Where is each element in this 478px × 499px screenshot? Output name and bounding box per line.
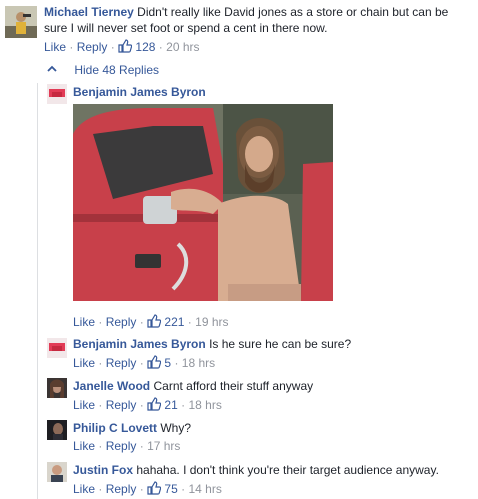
author-name[interactable]: Benjamin James Byron — [73, 85, 206, 99]
author-name[interactable]: Janelle Wood — [73, 379, 150, 393]
like-link[interactable]: Like — [73, 315, 95, 329]
avatar-philip-c-lovett[interactable] — [47, 420, 67, 440]
reply-actions: Like · Reply · 21 · 18 hrs — [73, 397, 222, 412]
like-link[interactable]: Like — [73, 398, 95, 412]
comment-actions: Like · Reply · 128 · 20 hrs — [44, 39, 200, 54]
like-link[interactable]: Like — [44, 40, 66, 54]
reply-actions: Like · Reply · 17 hrs — [73, 439, 181, 453]
timestamp[interactable]: 14 hrs — [188, 482, 221, 496]
reply-text: hahaha. I don't think you're their targe… — [136, 463, 439, 477]
reply-link[interactable]: Reply — [77, 40, 108, 54]
like-link[interactable]: Like — [73, 482, 95, 496]
like-count[interactable]: 5 — [164, 356, 171, 370]
chevron-up-icon — [47, 65, 57, 72]
timestamp[interactable]: 20 hrs — [166, 40, 199, 54]
timestamp[interactable]: 18 hrs — [182, 356, 215, 370]
reply-text: Is he sure he can be sure? — [209, 337, 352, 351]
avatar-justin-fox[interactable] — [47, 462, 67, 482]
comment-text: Didn't really like David jones as a stor… — [137, 5, 449, 19]
like-count[interactable]: 221 — [164, 315, 184, 329]
timestamp[interactable]: 17 hrs — [147, 439, 180, 453]
avatar-benjamin-james-byron[interactable] — [47, 84, 67, 104]
like-link[interactable]: Like — [73, 356, 95, 370]
comment-body: Michael Tierney Didn't really like David… — [44, 4, 474, 36]
reply-actions: Like · Reply · 221 · 19 hrs — [73, 314, 229, 329]
man-leaning-on-red-truck-image — [73, 104, 333, 301]
hide-replies-toggle[interactable]: Hide 48 Replies — [47, 63, 159, 77]
thumbs-up-icon — [147, 397, 161, 411]
reply-text: Why? — [160, 421, 192, 435]
thumbs-up-icon — [147, 314, 161, 328]
like-link[interactable]: Like — [73, 439, 95, 453]
reply-actions: Like · Reply · 5 · 18 hrs — [73, 355, 216, 370]
avatar-janelle-wood[interactable] — [47, 378, 67, 398]
reply-link[interactable]: Reply — [106, 482, 137, 496]
reply-body: Janelle Wood Carnt afford their stuff an… — [73, 378, 313, 394]
reply-body: Philip C Lovett Why? — [73, 420, 191, 436]
reply-link[interactable]: Reply — [106, 315, 137, 329]
thumbs-up-icon — [118, 39, 132, 53]
reply-link[interactable]: Reply — [106, 439, 137, 453]
thumbs-up-icon — [147, 481, 161, 495]
comment-text-line2: sure I will never set foot or spend a ce… — [44, 21, 328, 35]
reply-body: Justin Fox hahaha. I don't think you're … — [73, 462, 439, 478]
timestamp[interactable]: 19 hrs — [195, 315, 228, 329]
reply-link[interactable]: Reply — [106, 356, 137, 370]
like-count[interactable]: 75 — [164, 482, 177, 496]
reply-body: Benjamin James Byron Is he sure he can b… — [73, 336, 351, 352]
avatar-michael-tierney[interactable] — [5, 6, 37, 38]
reply-link[interactable]: Reply — [106, 398, 137, 412]
reply-photo[interactable] — [73, 104, 333, 301]
author-name[interactable]: Michael Tierney — [44, 5, 134, 19]
author-name[interactable]: Philip C Lovett — [73, 421, 157, 435]
author-name[interactable]: Benjamin James Byron — [73, 337, 206, 351]
avatar-benjamin-james-byron[interactable] — [47, 338, 67, 358]
thumbs-up-icon — [147, 355, 161, 369]
timestamp[interactable]: 18 hrs — [188, 398, 221, 412]
like-count[interactable]: 128 — [135, 40, 155, 54]
reply-actions: Like · Reply · 75 · 14 hrs — [73, 481, 222, 496]
reply-text: Carnt afford their stuff anyway — [153, 379, 314, 393]
thread-line — [37, 83, 38, 499]
like-count[interactable]: 21 — [164, 398, 177, 412]
author-name[interactable]: Justin Fox — [73, 463, 133, 477]
hide-replies-label: Hide 48 Replies — [74, 63, 160, 77]
